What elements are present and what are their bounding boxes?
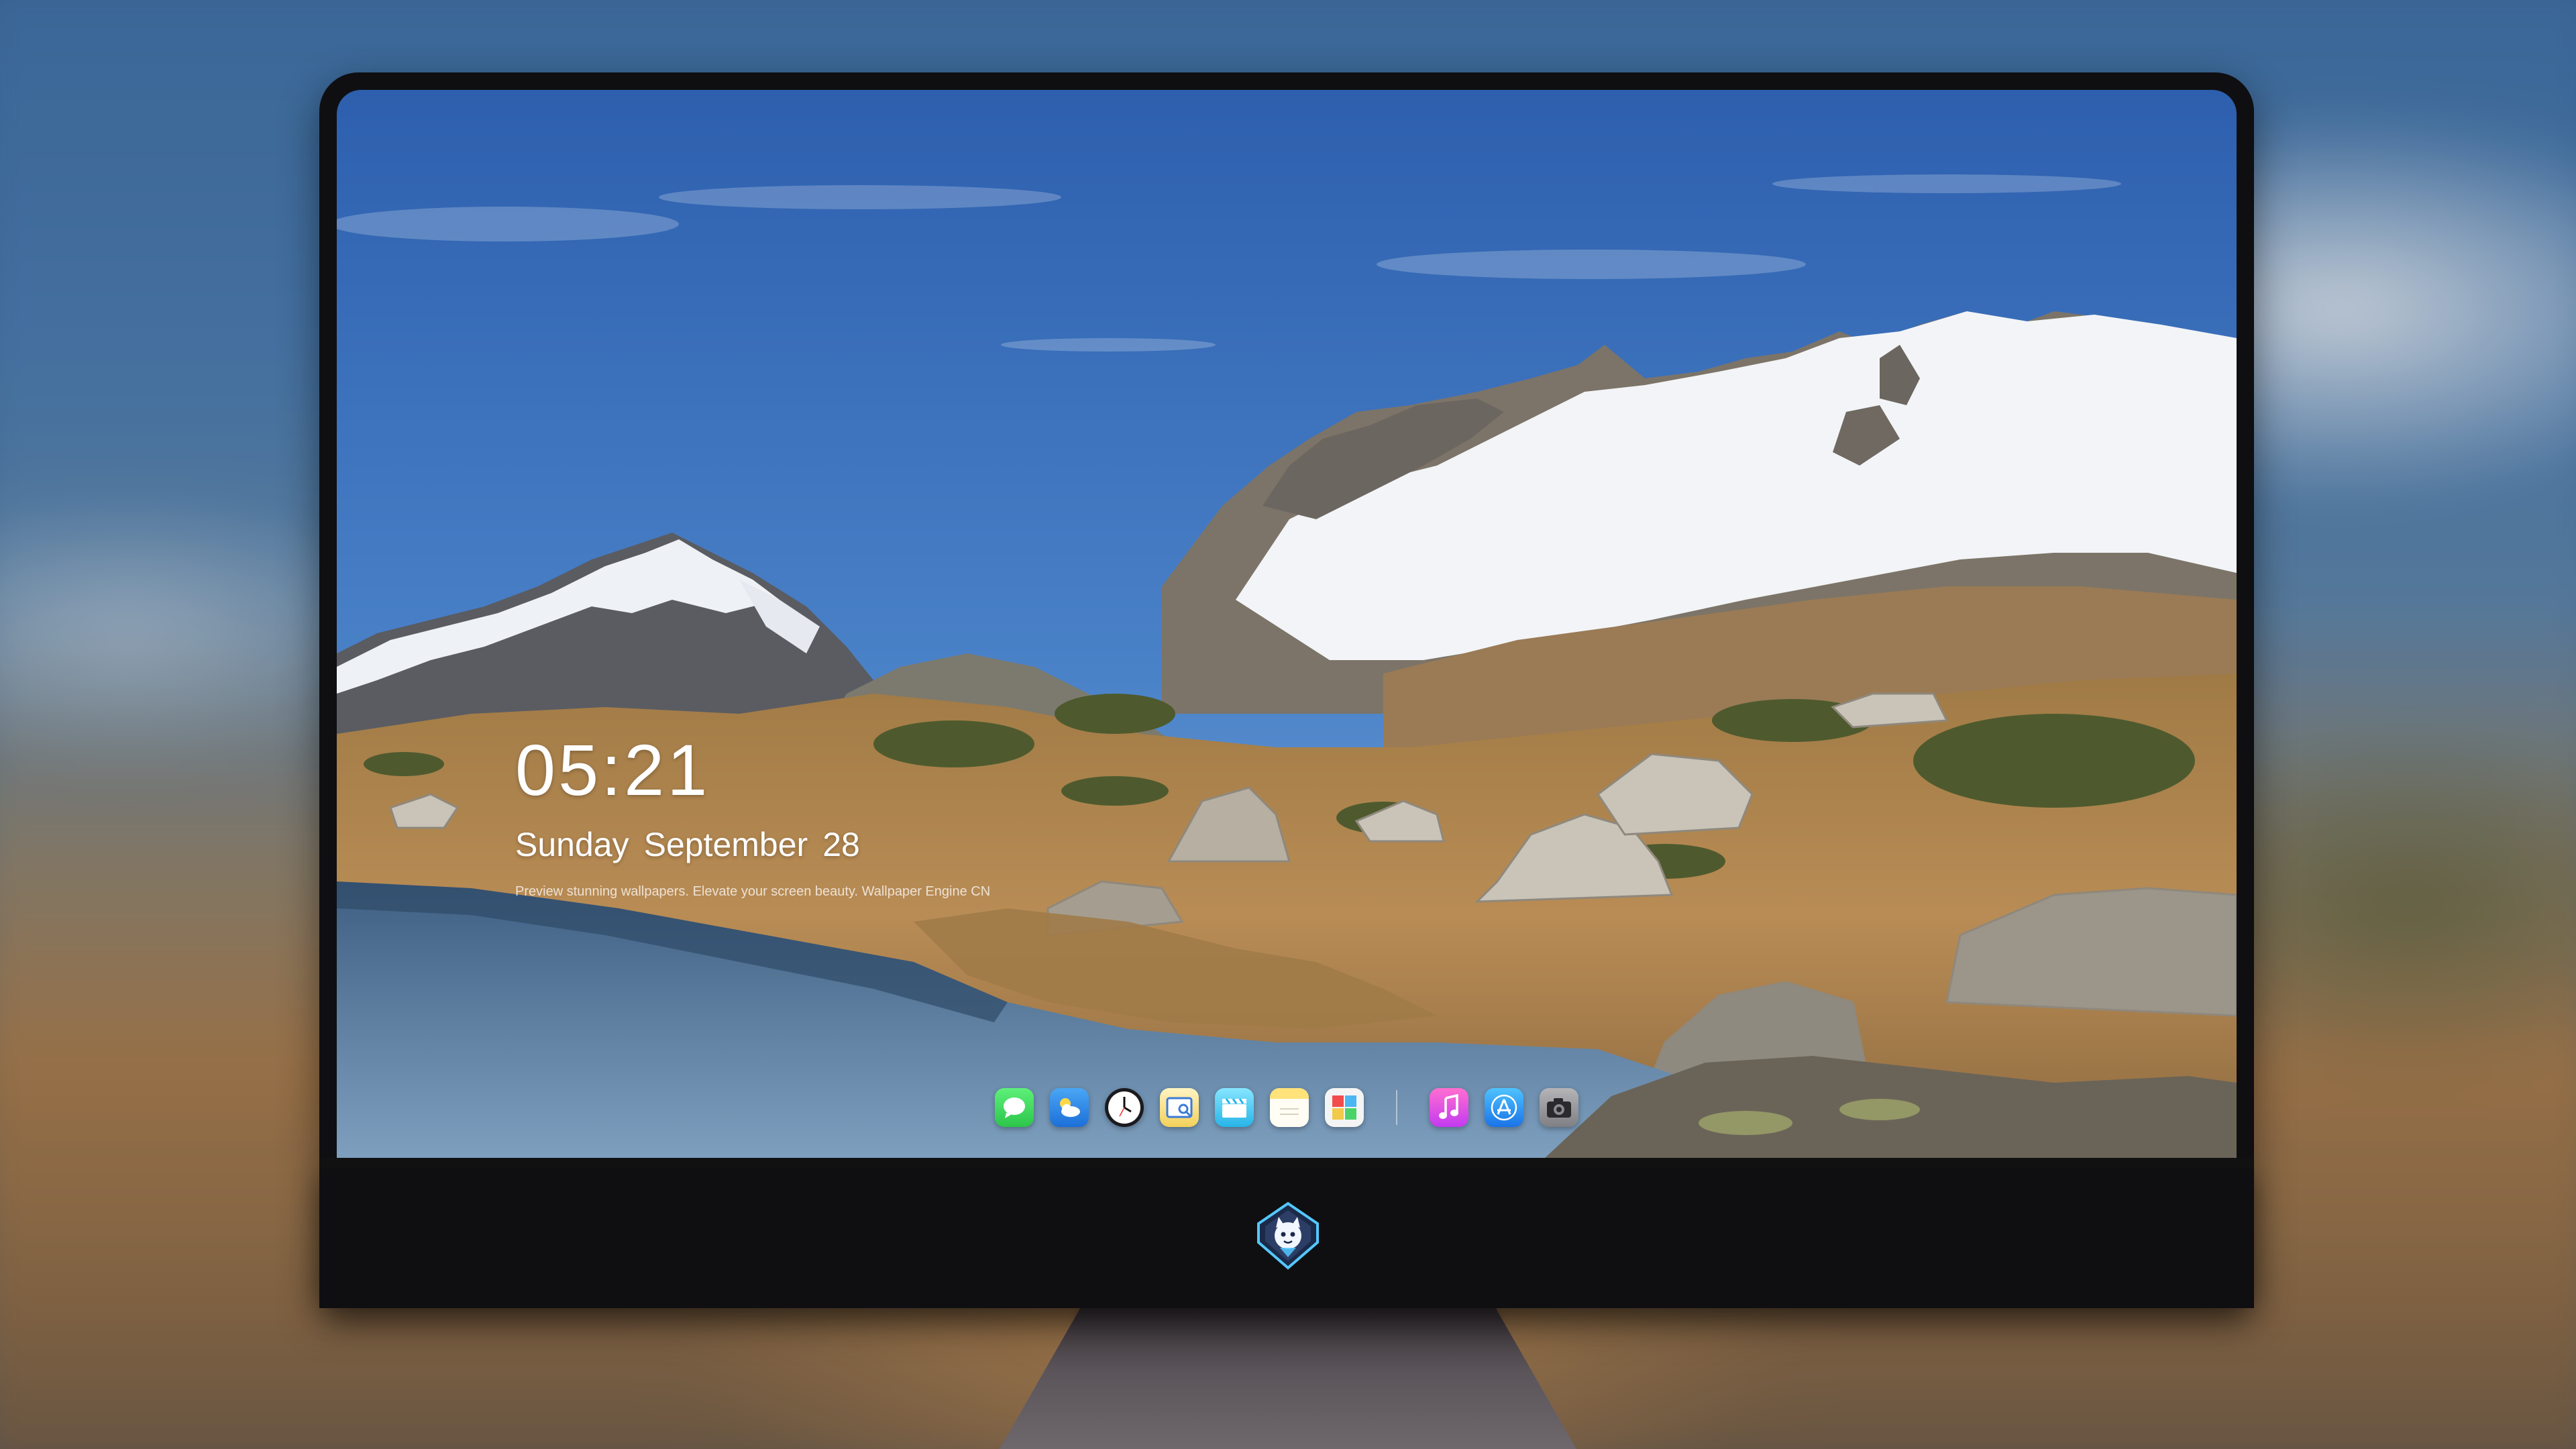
messages-icon[interactable] [995, 1088, 1034, 1127]
wallpaper-tagline: Preview stunning wallpapers. Elevate you… [515, 884, 991, 899]
notes-icon[interactable] [1270, 1088, 1309, 1127]
clock-icon[interactable] [1105, 1088, 1144, 1127]
clapperboard-icon[interactable] [1215, 1088, 1254, 1127]
lock-screen[interactable]: 05:21 Sunday September 28 Preview stunning… [337, 90, 2237, 1159]
wallpaper-landscape [337, 90, 2237, 1159]
clock-date: Sunday September 28 [515, 825, 990, 864]
desktop-scene: 05:21 Sunday September 28 Preview stunning… [0, 0, 2576, 1449]
photos-grid-icon[interactable] [1325, 1088, 1364, 1127]
music-icon[interactable] [1430, 1088, 1468, 1127]
date-day: 28 [822, 826, 860, 863]
monitor-stand [1000, 1308, 1576, 1449]
clock-time: 05:21 [515, 729, 710, 810]
preview-icon[interactable] [1160, 1088, 1199, 1127]
app-store-icon[interactable] [1485, 1088, 1523, 1127]
camera-icon[interactable] [1540, 1088, 1578, 1127]
weather-icon[interactable] [1050, 1088, 1089, 1127]
date-month: September [643, 826, 808, 863]
dock [337, 1084, 2237, 1131]
dock-separator [1396, 1090, 1397, 1125]
date-weekday: Sunday [515, 826, 629, 863]
cat-shield-logo-icon[interactable] [1253, 1201, 1323, 1271]
monitor-bezel: 05:21 Sunday September 28 Preview stunning… [319, 72, 2254, 1308]
lock-clock: 05:21 Sunday September 28 Preview stunning… [515, 734, 990, 900]
